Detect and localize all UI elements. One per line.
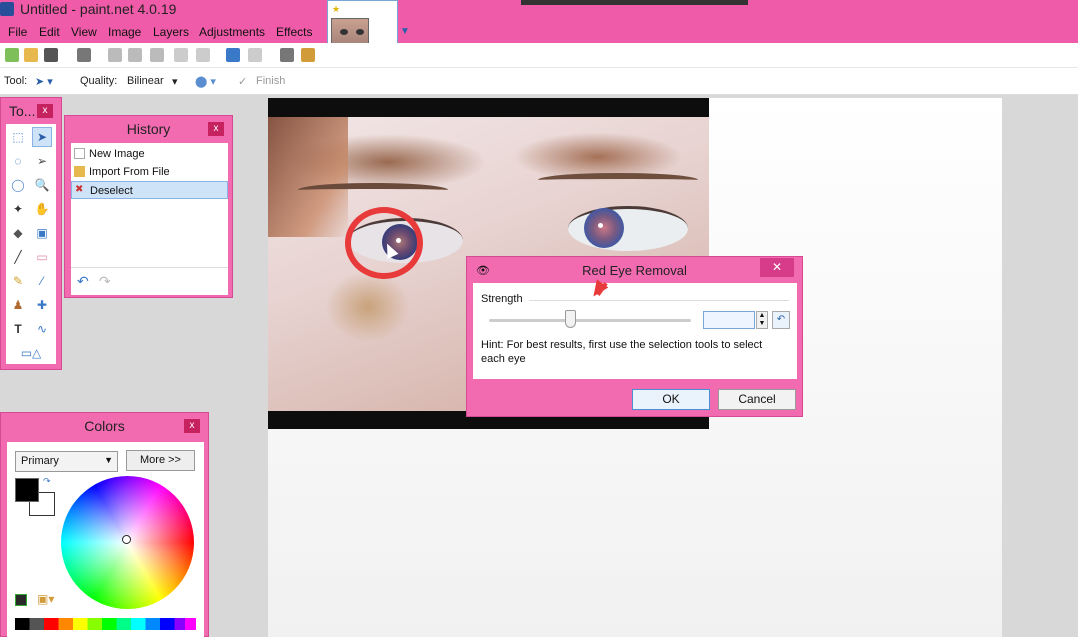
ok-button[interactable]: OK bbox=[632, 389, 710, 410]
menu-edit[interactable]: Edit bbox=[39, 25, 60, 39]
color-wheel[interactable] bbox=[61, 476, 194, 609]
ellipse-select-icon[interactable]: ◯ bbox=[8, 175, 28, 195]
strength-spin-buttons[interactable]: ▲▼ bbox=[756, 311, 768, 329]
tool-options-bar: Tool: ➤ ▾ Quality: Bilinear ▾ ⬤ ▾ ✓ Fini… bbox=[0, 68, 1078, 95]
quality-label: Quality: bbox=[80, 75, 117, 87]
strength-slider-thumb[interactable] bbox=[565, 310, 576, 328]
quality-dropdown-icon[interactable]: ▾ bbox=[172, 75, 178, 88]
thumbnail-dropdown-icon[interactable]: ▼ bbox=[400, 26, 410, 37]
print-icon[interactable] bbox=[77, 48, 91, 62]
paintbrush-icon[interactable]: ╱ bbox=[8, 247, 28, 267]
pencil-icon[interactable]: ✎ bbox=[8, 271, 28, 291]
new-image-icon[interactable] bbox=[5, 48, 19, 62]
clone-stamp-icon[interactable]: ♟ bbox=[8, 295, 28, 315]
zoom-icon[interactable]: 🔍 bbox=[32, 175, 52, 195]
ruler-icon[interactable] bbox=[301, 48, 315, 62]
finish-button[interactable]: Finish bbox=[256, 75, 285, 87]
highlight-circle bbox=[345, 207, 423, 279]
color-mode-select[interactable]: Primary ▼ bbox=[15, 451, 118, 472]
red-eye-removal-dialog: 👁 Red Eye Removal ✕ Strength ▲▼ ↶ Hint: … bbox=[466, 256, 803, 417]
paintnet-logo-icon bbox=[0, 2, 14, 16]
cut-icon[interactable] bbox=[108, 48, 122, 62]
colors-panel-title: Colors bbox=[1, 418, 208, 434]
overlay-bar bbox=[521, 0, 748, 5]
history-undo-icon[interactable]: ↶ bbox=[77, 273, 89, 290]
lasso-select-icon[interactable]: ◌ bbox=[8, 151, 28, 171]
colors-panel: Colors x Primary ▼ More >> ↷ ▣▾ bbox=[0, 412, 209, 637]
tools-panel-close-button[interactable]: x bbox=[37, 104, 53, 118]
paint-bucket-icon[interactable]: ◆ bbox=[8, 223, 28, 243]
right-iris bbox=[584, 208, 624, 248]
cancel-button[interactable]: Cancel bbox=[718, 389, 796, 410]
tools-panel-title: To... bbox=[9, 103, 35, 119]
menu-effects[interactable]: Effects bbox=[276, 25, 312, 39]
menu-view[interactable]: View bbox=[71, 25, 97, 39]
history-redo-icon[interactable]: ↷ bbox=[99, 273, 111, 290]
import-file-icon bbox=[74, 166, 85, 177]
undo-icon[interactable] bbox=[226, 48, 240, 62]
eraser-icon[interactable]: ▭ bbox=[32, 247, 52, 267]
strength-slider-track[interactable] bbox=[489, 319, 691, 322]
copy-icon[interactable] bbox=[128, 48, 142, 62]
tools-panel: To... x ⬚ ➤ ◌ ➢ ◯ 🔍 ✦ ✋ ◆ ▣ ╱ ▭ ✎ ⁄ ♟ ✚ … bbox=[0, 97, 62, 370]
main-toolbar bbox=[0, 43, 1078, 68]
gradient-icon[interactable]: ▣ bbox=[32, 223, 52, 243]
deselect-icon[interactable] bbox=[196, 48, 210, 62]
menu-bar: File Edit View Image Layers Adjustments … bbox=[0, 20, 1078, 43]
menu-file[interactable]: File bbox=[8, 25, 27, 39]
paste-icon[interactable] bbox=[150, 48, 164, 62]
new-image-icon bbox=[74, 148, 85, 159]
more-colors-button[interactable]: More >> bbox=[126, 450, 195, 471]
chevron-down-icon: ▼ bbox=[104, 455, 113, 465]
deselect-icon: ✖ bbox=[75, 185, 86, 196]
text-icon[interactable]: T bbox=[8, 319, 28, 339]
move-selection-tool-icon[interactable]: ➤ ▾ bbox=[35, 75, 53, 88]
move-selected-pixels-icon[interactable]: ➤ bbox=[32, 127, 52, 147]
palette-menu-icon[interactable]: ▣▾ bbox=[37, 592, 54, 606]
pan-icon[interactable]: ✋ bbox=[32, 199, 52, 219]
history-item[interactable]: New Image bbox=[71, 145, 228, 163]
dialog-close-button[interactable]: ✕ bbox=[760, 258, 794, 277]
window-title: Untitled - paint.net 4.0.19 bbox=[20, 1, 176, 17]
strength-label: Strength bbox=[481, 293, 523, 305]
strength-spinbox[interactable] bbox=[703, 311, 755, 329]
history-item[interactable]: Import From File bbox=[71, 163, 228, 181]
color-picker-icon[interactable]: ⁄ bbox=[32, 271, 52, 291]
history-panel-close-button[interactable]: x bbox=[208, 122, 224, 136]
image-thumbnail[interactable] bbox=[331, 18, 369, 45]
primary-color-swatch[interactable] bbox=[15, 478, 39, 502]
grid-icon[interactable] bbox=[280, 48, 294, 62]
unsaved-star-icon: ★ bbox=[332, 4, 340, 15]
menu-layers[interactable]: Layers bbox=[153, 25, 189, 39]
dialog-title: Red Eye Removal bbox=[467, 263, 802, 278]
shapes-icon[interactable]: ▭△ bbox=[14, 343, 48, 363]
reset-colors-icon[interactable] bbox=[15, 594, 27, 606]
history-item-selected[interactable]: ✖ Deselect bbox=[71, 181, 228, 199]
crop-icon[interactable] bbox=[174, 48, 188, 62]
history-panel-title: History bbox=[65, 121, 232, 137]
tool-label: Tool: bbox=[4, 75, 27, 87]
reset-strength-icon[interactable]: ↶ bbox=[772, 311, 790, 329]
line-curve-icon[interactable]: ∿ bbox=[32, 319, 52, 339]
open-icon[interactable] bbox=[24, 48, 38, 62]
quality-select[interactable]: Bilinear bbox=[127, 75, 164, 87]
menu-image[interactable]: Image bbox=[108, 25, 141, 39]
save-icon[interactable] bbox=[44, 48, 58, 62]
color-wheel-picker[interactable] bbox=[122, 535, 131, 544]
swap-colors-icon[interactable]: ↷ bbox=[43, 476, 51, 487]
color-palette[interactable] bbox=[15, 618, 196, 630]
hint-text: Hint: For best results, first use the se… bbox=[481, 338, 781, 366]
rectangle-select-icon[interactable]: ⬚ bbox=[8, 127, 28, 147]
recolor-icon[interactable]: ✚ bbox=[32, 295, 52, 315]
magic-wand-icon[interactable]: ✦ bbox=[8, 199, 28, 219]
menu-adjustments[interactable]: Adjustments bbox=[199, 25, 265, 39]
history-panel: History x New Image Import From File ✖ D… bbox=[64, 115, 233, 298]
title-bar: Untitled - paint.net 4.0.19 bbox=[0, 0, 1078, 20]
colors-panel-close-button[interactable]: x bbox=[184, 419, 200, 433]
move-selection-icon[interactable]: ➢ bbox=[32, 151, 52, 171]
redo-icon[interactable] bbox=[248, 48, 262, 62]
blend-mode-icon[interactable]: ⬤ ▾ bbox=[195, 75, 216, 88]
finish-check-icon: ✓ bbox=[238, 75, 247, 88]
